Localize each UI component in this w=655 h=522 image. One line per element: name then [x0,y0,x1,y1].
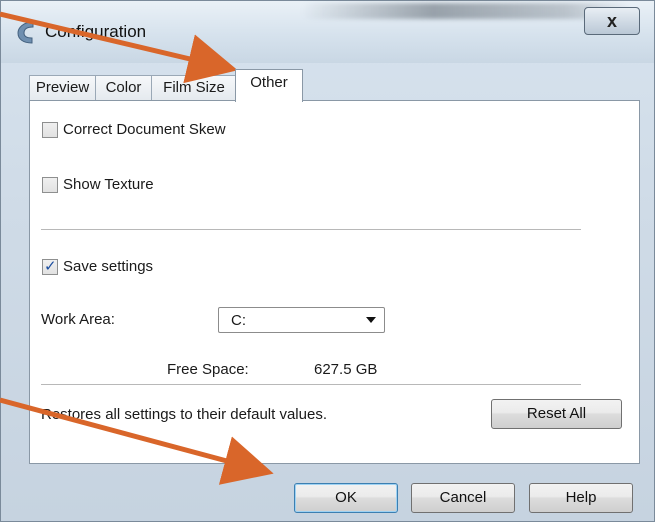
correct-skew-checkbox[interactable] [42,122,58,138]
configuration-dialog: Configuration x Preview Color Film Size … [0,0,655,522]
close-icon: x [606,10,617,31]
close-button[interactable]: x [584,7,640,35]
tab-film-size[interactable]: Film Size [151,75,237,101]
tab-color[interactable]: Color [95,75,152,101]
tab-other[interactable]: Other [235,69,303,102]
work-area-label: Work Area: [41,311,115,328]
free-space-value: 627.5 GB [314,361,378,378]
ok-button[interactable]: OK [294,483,398,513]
cancel-button[interactable]: Cancel [411,483,515,513]
separator [41,384,581,386]
app-logo-icon [17,21,34,44]
save-settings-checkbox[interactable]: ✓ [42,258,58,275]
tab-preview[interactable]: Preview [29,75,96,101]
help-button[interactable]: Help [529,483,633,513]
separator [41,229,581,231]
chevron-down-icon [366,317,376,323]
free-space-label: Free Space: [167,361,249,378]
title-bar[interactable]: Configuration x [1,1,654,63]
window-title: Configuration [45,22,147,41]
title-bar-glare [301,3,631,19]
checkmark-icon: ✓ [44,258,57,275]
save-settings-label[interactable]: Save settings [63,258,153,275]
show-texture-checkbox[interactable] [42,177,58,193]
reset-description: Restores all settings to their default v… [41,406,327,423]
reset-all-button[interactable]: Reset All [491,399,622,429]
work-area-dropdown[interactable]: C: [218,307,385,333]
work-area-value: C: [231,312,246,329]
show-texture-label[interactable]: Show Texture [63,176,154,193]
correct-skew-label[interactable]: Correct Document Skew [63,121,226,138]
